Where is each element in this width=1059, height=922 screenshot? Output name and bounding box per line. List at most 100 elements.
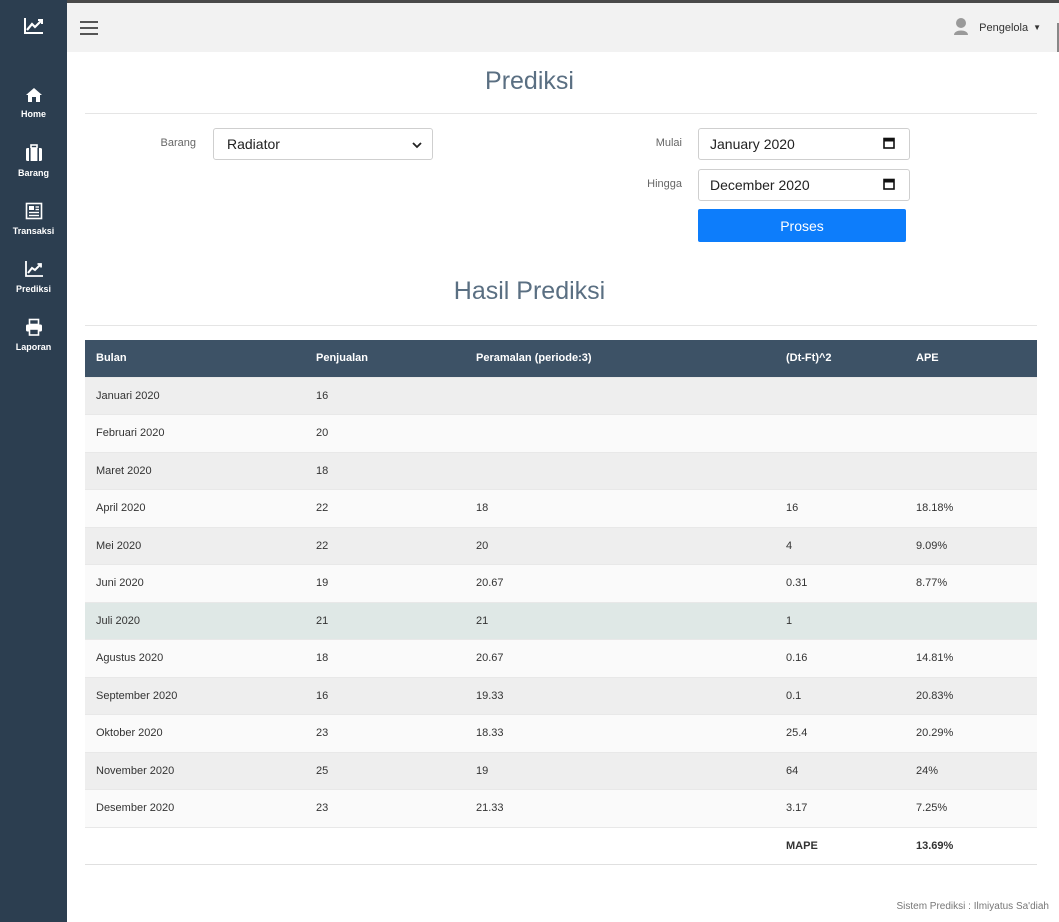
table-cell: 18.33 bbox=[465, 714, 775, 752]
table-cell: 20 bbox=[305, 414, 465, 452]
sidebar-item-laporan[interactable]: Laporan bbox=[0, 312, 67, 358]
table-cell: 22 bbox=[305, 526, 465, 565]
table-cell: 1 bbox=[775, 601, 905, 640]
page-title: Prediksi bbox=[485, 67, 574, 95]
table-cell: 19 bbox=[465, 751, 775, 790]
table-row: Desember 2020 23 21.33 3.17 7.25% bbox=[85, 789, 1037, 827]
table-cell: 24% bbox=[905, 751, 1037, 790]
table-cell bbox=[305, 826, 465, 865]
table-cell bbox=[775, 451, 905, 490]
table-header-row: Bulan Penjualan Peramalan (periode:3) (D… bbox=[85, 340, 1037, 377]
table-cell: April 2020 bbox=[85, 489, 305, 527]
topbar: Pengelola ▼ bbox=[67, 0, 1059, 253]
col-peramalan: Peramalan (periode:3) bbox=[465, 340, 775, 377]
table-cell: September 2020 bbox=[85, 676, 305, 715]
table-cell: 21 bbox=[465, 601, 775, 640]
calendar-icon[interactable] bbox=[883, 136, 895, 152]
table-cell: Maret 2020 bbox=[85, 451, 305, 490]
proses-button[interactable]: Proses bbox=[698, 209, 906, 242]
sidebar-item-barang[interactable]: Barang bbox=[0, 138, 67, 184]
sidebar-item-label: Transaksi bbox=[12, 226, 55, 236]
table-cell: 25.4 bbox=[775, 714, 905, 752]
table-cell: 9.09% bbox=[905, 526, 1037, 565]
table-cell: 14.81% bbox=[905, 639, 1037, 677]
table-cell: 23 bbox=[305, 714, 465, 752]
table-cell: 21 bbox=[305, 601, 465, 640]
table-footer-row: MAPE 13.69% bbox=[85, 826, 1037, 865]
sidebar: Home Barang Transaksi Prediksi Laporan bbox=[0, 0, 67, 922]
table-cell bbox=[905, 601, 1037, 640]
table-cell bbox=[465, 414, 775, 452]
table-row: Maret 2020 18 bbox=[85, 451, 1037, 490]
hingga-date-input[interactable]: December 2020 bbox=[698, 169, 910, 201]
table-cell bbox=[775, 414, 905, 452]
table-cell: 20.29% bbox=[905, 714, 1037, 752]
table-cell bbox=[465, 376, 775, 415]
table-cell: Agustus 2020 bbox=[85, 639, 305, 677]
table-cell: 0.16 bbox=[775, 639, 905, 677]
table-cell bbox=[85, 826, 305, 865]
table-row: Oktober 2020 23 18.33 25.4 20.29% bbox=[85, 714, 1037, 752]
table-cell: 7.25% bbox=[905, 789, 1037, 827]
table-cell bbox=[465, 451, 775, 490]
table-cell: Desember 2020 bbox=[85, 789, 305, 827]
table-cell: Oktober 2020 bbox=[85, 714, 305, 752]
mulai-date-input[interactable]: January 2020 bbox=[698, 128, 910, 160]
table-row: Juni 2020 19 20.67 0.31 8.77% bbox=[85, 564, 1037, 602]
result-title: Hasil Prediksi bbox=[453, 277, 606, 305]
menu-toggle-icon[interactable] bbox=[80, 21, 98, 35]
caret-down-icon: ▼ bbox=[1033, 23, 1041, 32]
table-cell: 3.17 bbox=[775, 789, 905, 827]
user-name: Pengelola bbox=[979, 21, 1029, 34]
user-menu[interactable]: Pengelola ▼ bbox=[953, 17, 1041, 38]
barang-select[interactable]: Radiator bbox=[213, 128, 433, 160]
mape-value: 13.69% bbox=[905, 826, 1037, 865]
table-cell: 18.18% bbox=[905, 489, 1037, 527]
newspaper-icon bbox=[25, 202, 43, 223]
sidebar-item-transaksi[interactable]: Transaksi bbox=[0, 196, 67, 242]
table-cell bbox=[465, 826, 775, 865]
table-cell: 4 bbox=[775, 526, 905, 565]
mulai-label: Mulai bbox=[655, 137, 682, 149]
printer-icon bbox=[25, 318, 43, 339]
table-cell: 64 bbox=[775, 751, 905, 790]
barang-select-value: Radiator bbox=[227, 136, 280, 152]
divider bbox=[85, 325, 1037, 326]
mape-label: MAPE bbox=[775, 826, 905, 865]
table-cell: 16 bbox=[305, 676, 465, 715]
table-cell bbox=[775, 376, 905, 415]
table-cell: 8.77% bbox=[905, 564, 1037, 602]
table-cell: Januari 2020 bbox=[85, 376, 305, 415]
table-cell: 21.33 bbox=[465, 789, 775, 827]
sidebar-item-label: Laporan bbox=[15, 342, 52, 352]
table-cell: 18 bbox=[305, 451, 465, 490]
table-cell: 25 bbox=[305, 751, 465, 790]
table-row: Mei 2020 22 20 4 9.09% bbox=[85, 526, 1037, 565]
table-cell: Juni 2020 bbox=[85, 564, 305, 602]
user-avatar-icon bbox=[953, 17, 969, 38]
table-cell bbox=[905, 451, 1037, 490]
col-dtft-squared: (Dt-Ft)^2 bbox=[775, 340, 905, 377]
barang-label: Barang bbox=[160, 137, 196, 149]
table-cell: 23 bbox=[305, 789, 465, 827]
table-cell: Februari 2020 bbox=[85, 414, 305, 452]
table-cell: 18 bbox=[305, 639, 465, 677]
table-row: Januari 2020 16 bbox=[85, 376, 1037, 415]
col-bulan: Bulan bbox=[85, 340, 305, 377]
table-row: Juli 2020 21 21 1 bbox=[85, 601, 1037, 640]
table-row: Agustus 2020 18 20.67 0.16 14.81% bbox=[85, 639, 1037, 677]
table-cell: 16 bbox=[775, 489, 905, 527]
calendar-icon[interactable] bbox=[883, 177, 895, 193]
table-cell: 20 bbox=[465, 526, 775, 565]
divider bbox=[85, 113, 1037, 114]
hingga-date-value: December 2020 bbox=[710, 177, 810, 193]
table-row: September 2020 16 19.33 0.1 20.83% bbox=[85, 676, 1037, 715]
table-cell: November 2020 bbox=[85, 751, 305, 790]
table-cell: 16 bbox=[305, 376, 465, 415]
hingga-label: Hingga bbox=[647, 178, 682, 190]
app-logo-chart-icon[interactable] bbox=[0, 0, 67, 52]
sidebar-item-label: Home bbox=[20, 109, 46, 119]
table-cell: 20.67 bbox=[465, 639, 775, 677]
table-cell: Juli 2020 bbox=[85, 601, 305, 640]
table-row: April 2020 22 18 16 18.18% bbox=[85, 489, 1037, 527]
